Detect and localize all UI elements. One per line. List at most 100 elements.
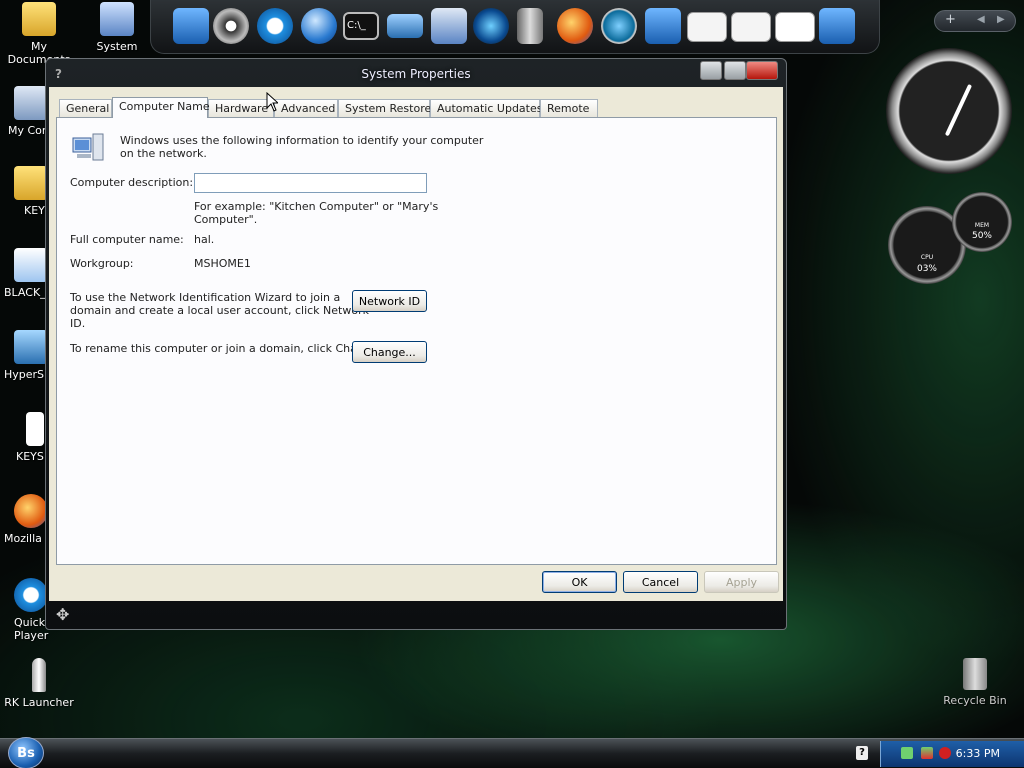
tab-label: Remote bbox=[547, 102, 590, 115]
security-center-icon[interactable] bbox=[921, 747, 933, 759]
desktop-icon-system[interactable]: System bbox=[78, 2, 156, 53]
wizard-text-line-1: To use the Network Identification Wizard… bbox=[70, 291, 341, 304]
drive-icon[interactable] bbox=[387, 14, 423, 38]
document-icon bbox=[26, 412, 44, 446]
full-computer-name-label: Full computer name: bbox=[70, 233, 184, 246]
window-thumbnail-icon[interactable] bbox=[775, 12, 815, 42]
memory-meter-gadget[interactable]: MEM 50% bbox=[952, 192, 1012, 252]
taskbar-clock[interactable]: 6:33 PM bbox=[956, 747, 1000, 760]
computer-description-label: Computer description: bbox=[70, 176, 194, 189]
computer-icon bbox=[14, 86, 48, 120]
folder-icon[interactable] bbox=[645, 8, 681, 44]
tab-system-restore[interactable]: System Restore bbox=[338, 99, 431, 117]
desktop-icon-rk-launcher[interactable]: RK Launcher bbox=[0, 658, 78, 709]
folder-icon[interactable] bbox=[173, 8, 209, 44]
prev-gadget-button[interactable]: ◀ bbox=[977, 14, 985, 25]
shield-icon[interactable] bbox=[939, 747, 951, 759]
desktop-icon-recycle-bin[interactable]: Recycle Bin bbox=[936, 658, 1014, 707]
file-icon bbox=[14, 248, 48, 282]
mem-value: 50% bbox=[971, 231, 992, 241]
folder-icon[interactable] bbox=[819, 8, 855, 44]
desktop-icon-label: KEY bbox=[24, 204, 45, 217]
folder-icon bbox=[22, 2, 56, 36]
apply-button: Apply bbox=[704, 571, 779, 593]
title-bar[interactable]: ? System Properties bbox=[46, 59, 786, 87]
network-id-button[interactable]: Network ID bbox=[352, 290, 427, 312]
tab-general[interactable]: General bbox=[59, 99, 112, 117]
tab-hardware[interactable]: Hardware bbox=[208, 99, 274, 117]
minimize-button[interactable] bbox=[700, 61, 722, 80]
world-globe-icon[interactable] bbox=[601, 8, 637, 44]
rename-text: To rename this computer or join a domain… bbox=[70, 342, 382, 355]
full-computer-name-value: hal. bbox=[194, 233, 215, 246]
dialog-client-area: General Computer Name Hardware Advanced … bbox=[49, 87, 783, 601]
help-icon[interactable]: ? bbox=[856, 746, 868, 760]
camera-icon bbox=[14, 330, 48, 364]
tab-label: Computer Name bbox=[119, 100, 210, 113]
workgroup-label: Workgroup: bbox=[70, 257, 134, 270]
window-thumbnail-icon[interactable] bbox=[731, 12, 771, 42]
computer-icon[interactable] bbox=[431, 8, 467, 44]
tab-label: Advanced bbox=[281, 102, 336, 115]
mouse-cursor-icon bbox=[266, 92, 278, 112]
desktop-icon-label: KEYS bbox=[16, 450, 44, 463]
workgroup-value: MSHOME1 bbox=[194, 257, 251, 270]
network-icon[interactable] bbox=[901, 747, 913, 759]
desktop-icon-label: Recycle Bin bbox=[943, 694, 1007, 707]
firefox-icon[interactable] bbox=[557, 8, 593, 44]
desktop-icon-label: BLACK_ bbox=[4, 286, 46, 299]
change-button[interactable]: Change... bbox=[352, 341, 427, 363]
computer-icon bbox=[100, 2, 134, 36]
maximize-button[interactable] bbox=[724, 61, 746, 80]
cancel-button[interactable]: Cancel bbox=[623, 571, 698, 593]
rk-dock: C:\_ bbox=[150, 0, 880, 54]
gadget-sidebar-nav: + ◀ ▶ bbox=[934, 10, 1016, 32]
wizard-text-line-3: ID. bbox=[70, 317, 86, 330]
window-title: System Properties bbox=[361, 67, 471, 81]
system-tray: 6:33 PM bbox=[880, 741, 1024, 767]
tab-computer-name[interactable]: Computer Name bbox=[112, 97, 210, 118]
computer-name-panel: Windows uses the following information t… bbox=[56, 117, 777, 565]
cpu-value: 03% bbox=[916, 264, 937, 274]
desktop-icon-label: RK Launcher bbox=[4, 696, 74, 709]
tab-label: Hardware bbox=[215, 102, 269, 115]
desktop-icon-label: System bbox=[96, 40, 138, 53]
quicktime-icon bbox=[14, 578, 48, 612]
clock-gadget[interactable] bbox=[886, 48, 1012, 174]
trash-icon[interactable] bbox=[517, 8, 543, 44]
clock-hand-icon bbox=[944, 83, 973, 137]
system-properties-window: ? System Properties General Computer Nam… bbox=[45, 58, 787, 630]
computer-description-input[interactable] bbox=[194, 173, 427, 193]
tab-label: General bbox=[66, 102, 110, 115]
desktop-icon-label: Mozilla F bbox=[4, 532, 52, 545]
desktop-icon-label: HyperSn bbox=[4, 368, 52, 381]
recycle-bin-icon bbox=[963, 658, 987, 690]
window-thumbnail-icon[interactable] bbox=[687, 12, 727, 42]
media-player-icon[interactable] bbox=[473, 8, 509, 44]
folder-icon bbox=[14, 166, 48, 200]
add-gadget-button[interactable]: + bbox=[945, 12, 956, 27]
film-reel-icon[interactable] bbox=[213, 8, 249, 44]
tab-remote[interactable]: Remote bbox=[540, 99, 598, 117]
tab-advanced[interactable]: Advanced bbox=[274, 99, 338, 117]
network-computer-icon bbox=[72, 133, 104, 161]
tab-automatic-updates[interactable]: Automatic Updates bbox=[430, 99, 543, 117]
taskbar: Bs ? 6:33 PM bbox=[0, 737, 1024, 768]
rocket-icon bbox=[32, 658, 46, 692]
intro-text-line-1: Windows uses the following information t… bbox=[120, 134, 484, 147]
tab-label: Automatic Updates bbox=[437, 102, 543, 115]
globe-icon[interactable] bbox=[301, 8, 337, 44]
close-button[interactable] bbox=[746, 61, 778, 80]
quicktime-icon[interactable] bbox=[257, 8, 293, 44]
caption-buttons bbox=[700, 61, 780, 81]
cpu-label: CPU bbox=[920, 254, 934, 261]
ok-button[interactable]: OK bbox=[542, 571, 617, 593]
window-bottom-bar: ✥ bbox=[46, 603, 786, 629]
desktop-icon-my-documents[interactable]: My Documents bbox=[0, 2, 78, 66]
start-button[interactable]: Bs bbox=[8, 737, 44, 768]
move-icon[interactable]: ✥ bbox=[56, 605, 69, 624]
wizard-text-line-2: domain and create a local user account, … bbox=[70, 304, 369, 317]
next-gadget-button[interactable]: ▶ bbox=[997, 14, 1005, 25]
command-prompt-icon[interactable]: C:\_ bbox=[343, 12, 379, 40]
intro-text-line-2: on the network. bbox=[120, 147, 207, 160]
